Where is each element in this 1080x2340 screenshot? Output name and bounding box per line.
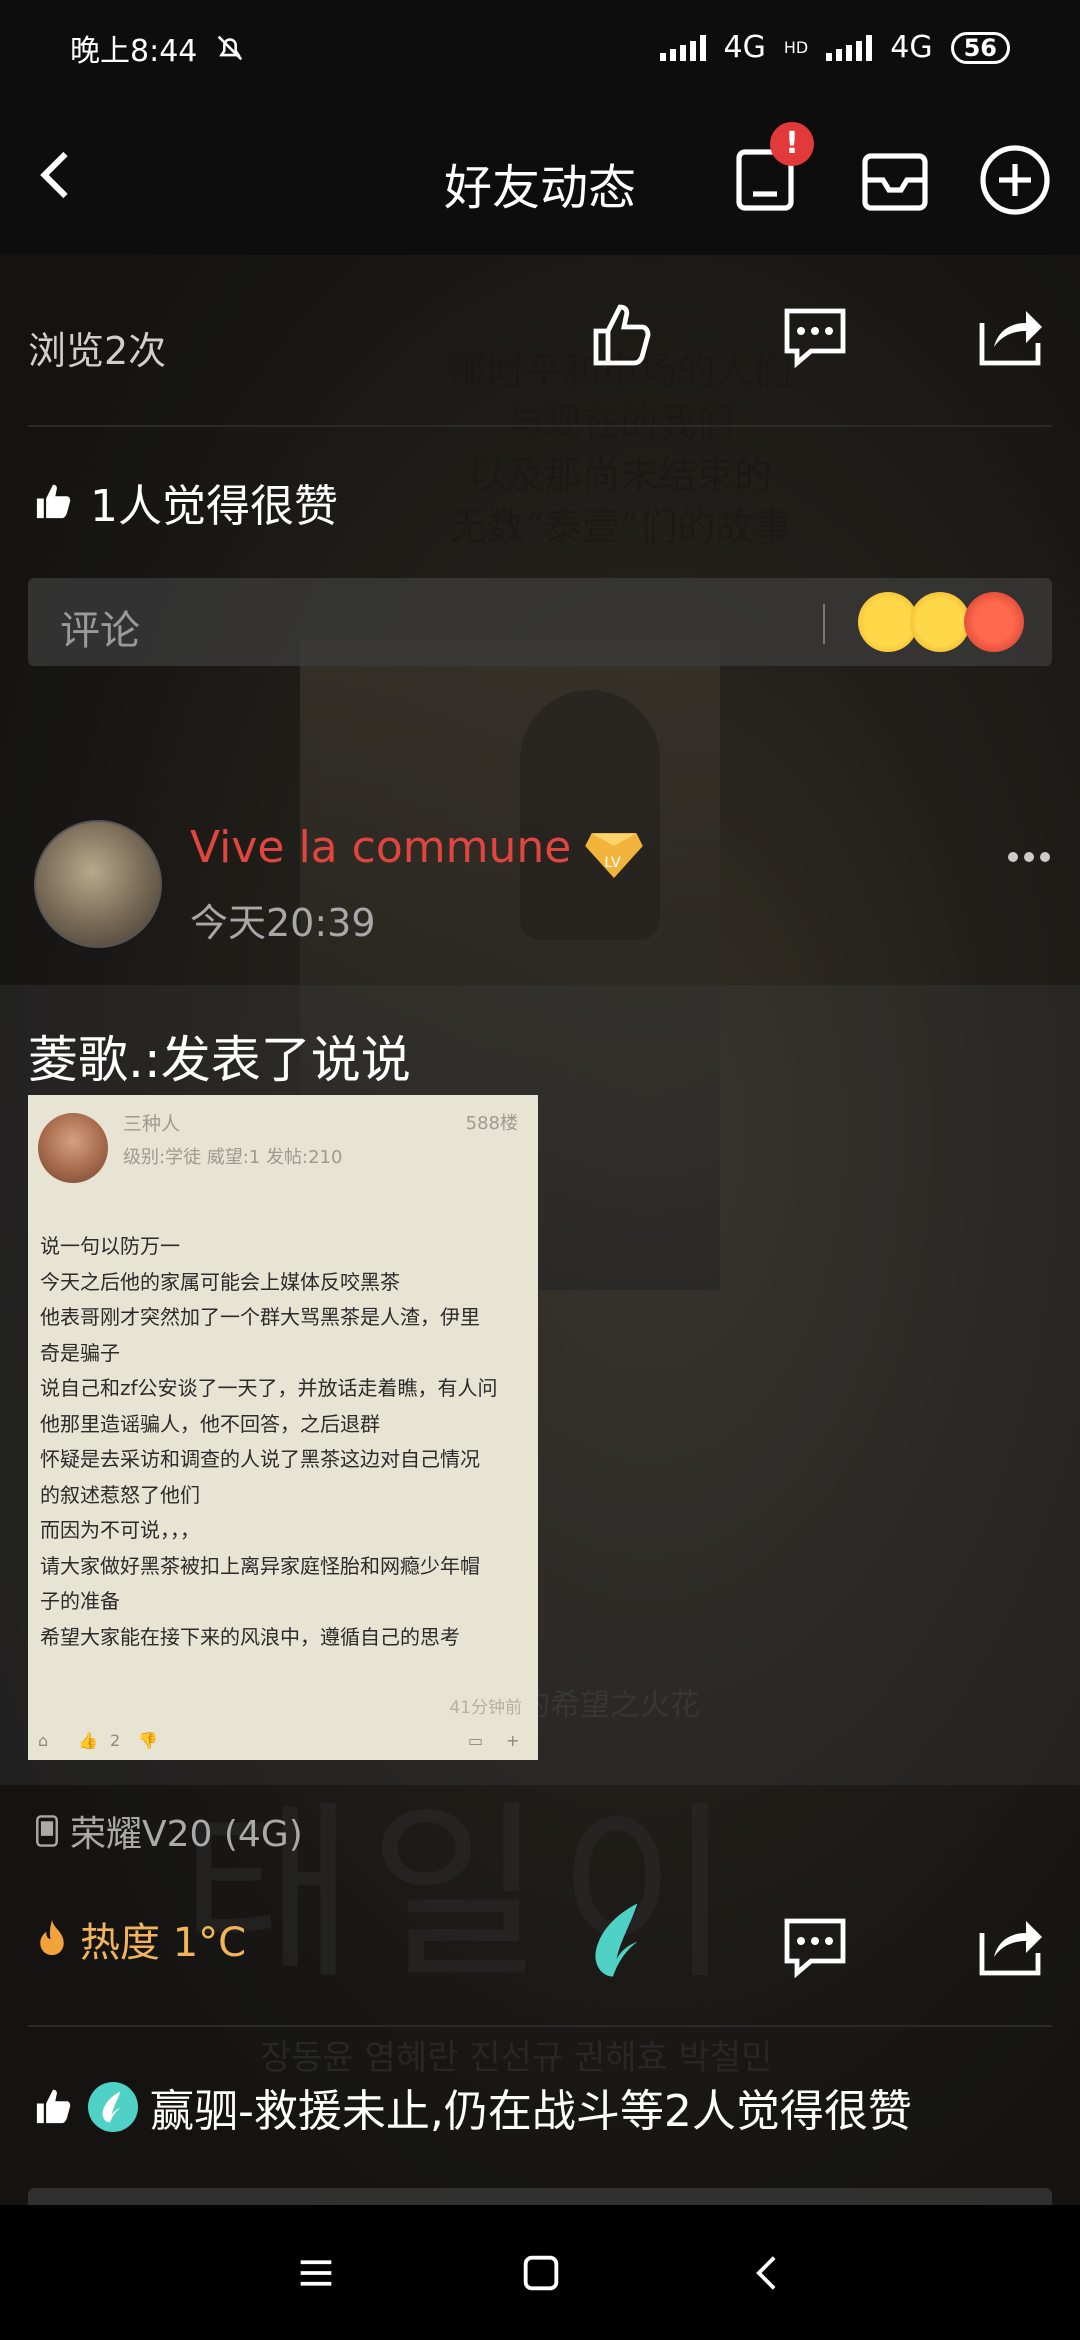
laugh-cry-emoji-icon[interactable] — [910, 592, 970, 652]
device-info: 荣耀V20 (4G) — [34, 1805, 303, 1857]
card-plus-icon: + — [506, 1731, 520, 1750]
comment-icon[interactable] — [775, 295, 855, 375]
diamond-level-icon: LV — [585, 833, 643, 878]
card-like-icon: 👍 — [78, 1731, 98, 1750]
comment-placeholder: 评论 — [60, 608, 140, 654]
inbox-icon[interactable] — [855, 140, 935, 220]
system-nav-bar — [0, 2205, 1080, 2340]
status-bar: 晚上8:44 4G HD 4G 56 — [0, 0, 1080, 95]
likes-summary-text: 1人觉得很赞 — [90, 481, 338, 532]
divider-2 — [28, 2025, 1052, 2027]
poster-line: 与现在的我们 — [505, 401, 734, 445]
card-meta: 级别:学徒 威望:1 发帖:210 — [123, 1147, 343, 1168]
card-floor: 588楼 — [465, 1113, 518, 1134]
network-type-2: 4G — [890, 30, 933, 65]
post-likes-summary[interactable]: 赢驷-救援未止,仍在战斗等2人觉得很赞 — [30, 2075, 912, 2139]
card-line: 怀疑是去采访和调查的人说了黑茶这边对自己情况 — [40, 1447, 480, 1471]
card-comment-icon: ▭ — [468, 1731, 484, 1750]
post-share-icon[interactable] — [970, 1905, 1050, 1985]
shared-post-title[interactable]: 菱歌.:发表了说说 — [28, 1020, 411, 1092]
signal-icon — [659, 34, 706, 61]
wing-like-icon[interactable] — [585, 1900, 655, 1980]
card-line: 请大家做好黑茶被扣上离异家庭怪胎和网瘾少年帽 — [40, 1553, 480, 1578]
share-icon[interactable] — [970, 295, 1050, 375]
card-dislike-icon: 👎 — [138, 1731, 158, 1750]
card-line: 他表哥刚才突然加了一个群大骂黑茶是人渣，伊里 — [40, 1305, 480, 1329]
nav-back-icon[interactable] — [745, 2250, 791, 2296]
like-icon[interactable] — [580, 295, 660, 375]
card-username: 三种人 — [123, 1113, 181, 1135]
card-line: 奇是骗子 — [40, 1340, 120, 1365]
shared-screenshot-card[interactable]: 三种人 588楼 级别:学徒 威望:1 发帖:210 说一句以防万一 今天之后他… — [28, 1095, 538, 1760]
view-count: 浏览2次 — [28, 329, 167, 373]
network-type: 4G — [723, 30, 766, 65]
heat-text: 热度 1°C — [80, 1920, 247, 1966]
add-icon[interactable] — [975, 140, 1055, 220]
card-line: 希望大家能在接下来的风浪中，遵循自己的思考 — [40, 1624, 460, 1649]
angry-emoji-icon[interactable] — [964, 592, 1024, 652]
comment-input[interactable]: 评论 — [28, 578, 1052, 666]
card-avatar — [38, 1113, 108, 1183]
device-name: 荣耀V20 (4G) — [70, 1814, 303, 1855]
thumbs-up-icon — [36, 484, 71, 519]
card-line: 今天之后他的家属可能会上媒体反咬黑茶 — [40, 1269, 400, 1294]
fire-icon — [40, 1919, 64, 1956]
battery-indicator: 56 — [950, 31, 1010, 64]
menu-icon[interactable] — [293, 2250, 339, 2296]
poster-line: 以及那尚未结束的 — [467, 453, 772, 497]
input-separator — [823, 604, 825, 644]
poster-text: 那时平和市场的人们 与现在的我们 以及那尚未结束的 无数“泰壹”们的故事 — [380, 345, 860, 553]
card-line: 说自己和zf公安谈了一天了，并放话走着瞧，有人问 — [40, 1376, 498, 1400]
wing-badge-icon — [88, 2082, 138, 2132]
likes-summary[interactable]: 1人觉得很赞 — [30, 470, 338, 534]
card-like-count: 2 — [110, 1731, 121, 1750]
card-footer: ⌂ 👍 2 👎 ▭ + — [38, 1731, 528, 1753]
home-icon[interactable] — [518, 2250, 564, 2296]
top-bar: 好友动态 ! — [0, 122, 1080, 240]
thumbs-up-icon — [36, 2089, 71, 2124]
more-options-icon[interactable] — [1008, 852, 1050, 862]
svg-text:LV: LV — [604, 855, 620, 871]
hd-indicator: HD — [783, 38, 809, 57]
grin-emoji-icon[interactable] — [858, 592, 918, 652]
card-line: 他那里造谣骗人，他不回答，之后退群 — [40, 1411, 380, 1436]
divider — [28, 425, 1052, 427]
card-line: 的叙述惹怒了他们 — [40, 1482, 200, 1507]
card-body: 说一句以防万一 今天之后他的家属可能会上媒体反咬黑茶 他表哥刚才突然加了一个群大… — [40, 1229, 530, 1655]
card-line: 而因为不可说，，， — [40, 1518, 200, 1542]
phone-icon — [36, 1815, 58, 1847]
notification-badge: ! — [770, 122, 814, 166]
card-time-ago: 41分钟前 — [449, 1698, 522, 1718]
card-line: 子的准备 — [40, 1589, 120, 1613]
post-likes-text: 赢驷-救援未止,仍在战斗等2人觉得很赞 — [150, 2086, 912, 2137]
heat-indicator: 热度 1°C — [34, 1910, 246, 1968]
post-comment-icon[interactable] — [775, 1905, 855, 1985]
poster-figure — [520, 690, 660, 940]
gift-icon: ⌂ — [38, 1731, 49, 1750]
post-time: 今天20:39 — [190, 901, 376, 945]
alarm-off-icon — [218, 35, 243, 60]
author-avatar[interactable] — [34, 820, 162, 948]
card-line: 说一句以防万一 — [40, 1234, 180, 1258]
poster-line: 无数“泰壹”们的故事 — [448, 505, 792, 549]
author-name[interactable]: Vive la commune — [190, 822, 571, 873]
signal-icon-2 — [826, 34, 873, 61]
poster-cast: 장동윤 염혜란 진선규 권해효 박철민 — [260, 2038, 773, 2078]
status-time: 晚上8:44 — [70, 33, 198, 69]
